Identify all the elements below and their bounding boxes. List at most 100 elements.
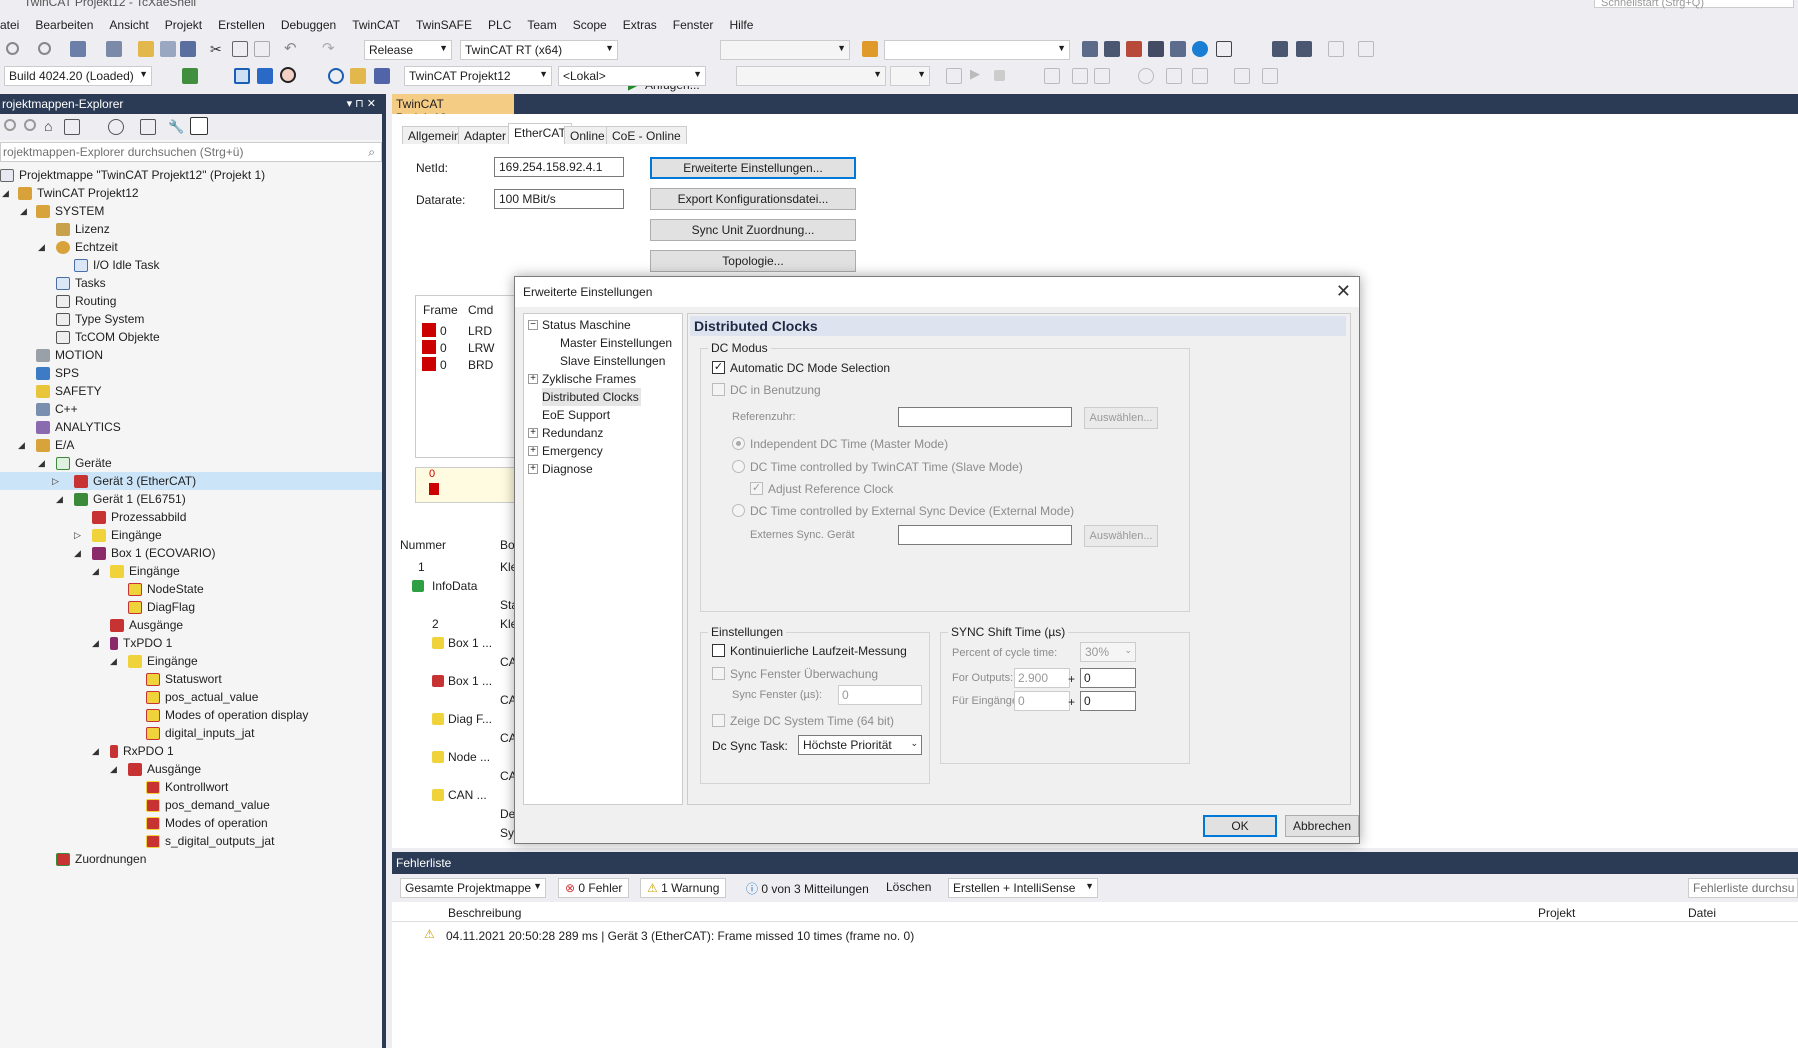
datarate-field[interactable]: 100 MBit/s [494, 189, 624, 209]
configuration-select[interactable]: Release ▼ [364, 40, 452, 60]
slave-mode-radio[interactable] [732, 460, 745, 473]
redo-icon[interactable]: ↷ [322, 39, 338, 57]
twincat-activate-icon[interactable] [1082, 41, 1098, 57]
menu-twincat[interactable]: TwinCAT [344, 14, 408, 36]
tree-item-pos-demand[interactable]: pos_demand_value [146, 796, 270, 814]
tree-item-mappings[interactable]: Zuordnungen [56, 850, 146, 868]
quick-launch-input[interactable]: Schnellstart (Strg+Q) [1594, 0, 1794, 9]
back-icon[interactable] [4, 119, 16, 131]
expanded-icon[interactable]: ◢ [18, 440, 25, 451]
expanded-icon[interactable]: ◢ [20, 206, 27, 217]
expand-icon[interactable]: + [528, 374, 538, 384]
tree-item-type-system[interactable]: Type System [56, 310, 144, 328]
choose-ref-clock-button[interactable]: Auswählen... [1084, 407, 1158, 429]
solution-explorer-search[interactable]: rojektmappen-Explorer durchsuchen (Strg+… [0, 142, 382, 162]
expanded-icon[interactable]: ◢ [110, 764, 117, 775]
ok-button[interactable]: OK [1203, 815, 1277, 837]
percent-select[interactable]: 30% ⌄ [1080, 642, 1136, 662]
tree-item-io[interactable]: ◢ E/A [18, 436, 74, 454]
tree-master-settings[interactable]: Master Einstellungen [560, 334, 672, 352]
expanded-icon[interactable]: ◢ [74, 548, 81, 559]
process-select[interactable]: ▼ [720, 40, 850, 60]
tree-distributed-clocks[interactable]: Distributed Clocks [542, 388, 641, 406]
tab-coe-online[interactable]: CoE - Online [606, 126, 687, 144]
dc-in-use-checkbox[interactable] [712, 383, 725, 396]
tree-item-digital-outputs[interactable]: s_digital_outputs_jat [146, 832, 274, 850]
clear-button[interactable]: Löschen [886, 880, 931, 894]
tree-item-box1-outputs[interactable]: Ausgänge [110, 616, 183, 634]
netid-field[interactable]: 169.254.158.92.4.1 [494, 157, 624, 177]
switch-views-icon[interactable] [64, 119, 80, 135]
scan-icon[interactable] [234, 68, 250, 84]
menu-project[interactable]: Projekt [157, 14, 210, 36]
download-icon[interactable] [1272, 41, 1288, 57]
tree-item-solution[interactable]: Projektmappe "TwinCAT Projekt12" (Projek… [0, 166, 265, 184]
continuous-measurement-checkbox[interactable] [712, 644, 725, 657]
plc-stop-icon[interactable] [994, 70, 1005, 81]
list-item[interactable]: Box 1 ... [448, 674, 492, 688]
expand-icon[interactable]: + [528, 446, 538, 456]
tree-item-statuswort[interactable]: Statuswort [146, 670, 222, 688]
adjust-ref-clock-checkbox[interactable]: ✓ [750, 482, 763, 495]
error-search-input[interactable]: Fehlerliste durchsu [1688, 878, 1798, 898]
cut-icon[interactable]: ✂ [210, 41, 226, 57]
menu-team[interactable]: Team [519, 14, 564, 36]
tree-item-digital-inputs[interactable]: digital_inputs_jat [146, 724, 254, 742]
reset-cold-icon[interactable] [1262, 68, 1278, 84]
menu-debug[interactable]: Debuggen [273, 14, 344, 36]
tab-ethercat[interactable]: EtherCAT [508, 123, 572, 144]
breakpoint-icon[interactable] [1138, 68, 1154, 84]
tree-item-rxpdo-outputs[interactable]: ◢ Ausgänge [110, 760, 201, 778]
find-select[interactable]: ▼ [884, 40, 1070, 60]
build-filter-select[interactable]: Erstellen + IntelliSense ▼ [948, 878, 1098, 898]
menu-file[interactable]: atei [0, 14, 27, 36]
pending-changes-icon[interactable] [108, 119, 124, 135]
expanded-icon[interactable]: ◢ [110, 656, 117, 667]
scope-select[interactable]: Gesamte Projektmappe ▼ [400, 878, 546, 898]
toggle-freerun-icon[interactable] [280, 67, 296, 83]
sync-unit-button[interactable]: Sync Unit Zuordnung... [650, 219, 856, 241]
outputs-add-field[interactable]: 0 [1080, 668, 1136, 688]
col-description[interactable]: Beschreibung [448, 906, 521, 920]
tree-cyclic-frames[interactable]: + Zyklische Frames [528, 370, 636, 388]
col-file[interactable]: Datei [1688, 906, 1716, 920]
forward-icon[interactable] [38, 42, 51, 55]
forward-icon[interactable] [24, 119, 36, 131]
target-select[interactable]: <Lokal> ▼ [558, 66, 706, 86]
sync-window-field[interactable]: 0 [838, 685, 922, 705]
list-item[interactable]: InfoData [432, 579, 477, 593]
col-project[interactable]: Projekt [1538, 906, 1575, 920]
wrench-icon[interactable]: 🔧 [168, 119, 184, 135]
list-item[interactable]: 1 [418, 560, 425, 574]
dc-sync-task-select[interactable]: Höchste Priorität ⌄ [798, 735, 922, 755]
tree-item-tccom[interactable]: TcCOM Objekte [56, 328, 160, 346]
tree-item-realtime[interactable]: ◢ Echtzeit [38, 238, 118, 256]
collapsed-icon[interactable]: ▷ [52, 476, 59, 487]
watch-icon[interactable] [1166, 68, 1182, 84]
tree-item-routing[interactable]: Routing [56, 292, 116, 310]
menu-twinsafe[interactable]: TwinSAFE [408, 14, 480, 36]
expanded-icon[interactable]: ◢ [92, 746, 99, 757]
paste-icon[interactable] [254, 41, 270, 57]
step-icon[interactable] [1044, 68, 1060, 84]
tree-item-analytics[interactable]: ANALYTICS [36, 418, 121, 436]
topology-button[interactable]: Topologie... [650, 250, 856, 272]
tree-item-tasks[interactable]: Tasks [56, 274, 106, 292]
tree-item-motion[interactable]: MOTION [36, 346, 103, 364]
external-mode-radio[interactable] [732, 504, 745, 517]
expand-icon[interactable]: + [528, 464, 538, 474]
copy-icon[interactable] [232, 41, 248, 57]
step-out-icon[interactable] [1094, 68, 1110, 84]
login-icon[interactable] [1328, 41, 1344, 57]
list-item[interactable]: CAN ... [448, 788, 487, 802]
tree-item-nodestate[interactable]: NodeState [128, 580, 204, 598]
tree-slave-settings[interactable]: Slave Einstellungen [560, 352, 665, 370]
target-icon[interactable] [328, 68, 344, 84]
collapse-all-icon[interactable] [140, 119, 156, 135]
run-mode-icon[interactable] [1148, 41, 1164, 57]
inputs-field[interactable]: 0 [1014, 691, 1070, 711]
reload-icon[interactable] [1192, 41, 1208, 57]
platform-select[interactable]: TwinCAT RT (x64) ▼ [460, 40, 618, 60]
inputs-add-field[interactable]: 0 [1080, 691, 1136, 711]
list-item[interactable]: Box 1 ... [448, 636, 492, 650]
